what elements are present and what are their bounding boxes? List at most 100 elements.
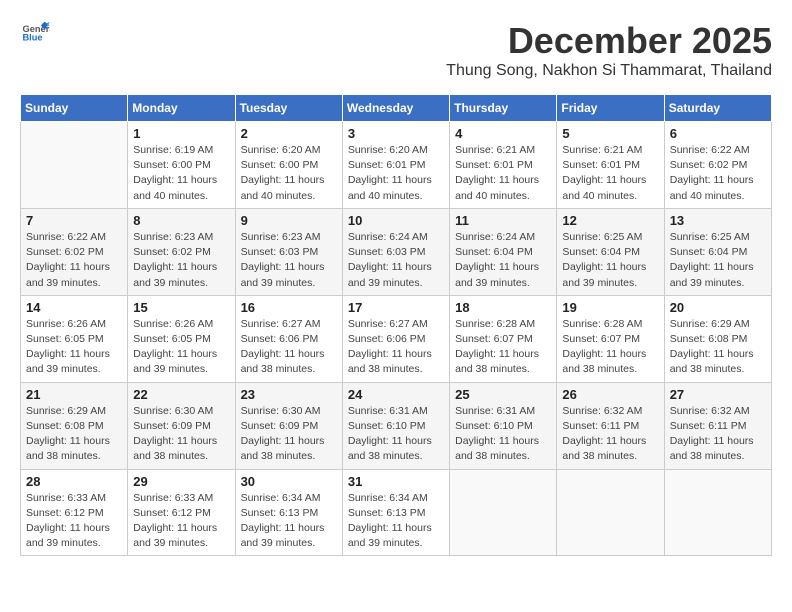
day-info: Sunrise: 6:34 AMSunset: 6:13 PMDaylight:… — [348, 491, 444, 552]
day-number: 4 — [455, 126, 551, 141]
calendar-cell: 3Sunrise: 6:20 AMSunset: 6:01 PMDaylight… — [342, 122, 449, 209]
day-info: Sunrise: 6:30 AMSunset: 6:09 PMDaylight:… — [133, 404, 229, 465]
logo-icon: General Blue — [22, 20, 50, 42]
calendar-cell — [664, 469, 771, 556]
day-info: Sunrise: 6:25 AMSunset: 6:04 PMDaylight:… — [562, 230, 658, 291]
day-info: Sunrise: 6:32 AMSunset: 6:11 PMDaylight:… — [562, 404, 658, 465]
calendar-cell: 2 Sunrise: 6:20 AMSunset: 6:00 PMDaylight… — [235, 122, 342, 209]
calendar-cell: 19 Sunrise: 6:28 AMSunset: 6:07 PMDayligh… — [557, 295, 664, 382]
calendar-cell: 6 Sunrise: 6:22 AMSunset: 6:02 PMDaylight… — [664, 122, 771, 209]
day-number: 7 — [26, 213, 122, 228]
day-info: Sunrise: 6:29 AMSunset: 6:08 PMDaylight:… — [26, 404, 122, 465]
day-info: Sunrise: 6:23 AMSunset: 6:02 PMDaylight:… — [133, 230, 229, 291]
day-info: Sunrise: 6:23 AMSunset: 6:03 PMDaylight:… — [241, 230, 337, 291]
day-number: 12 — [562, 213, 658, 228]
day-number: 27 — [670, 387, 766, 402]
day-number: 5 — [562, 126, 658, 141]
day-info: Sunrise: 6:28 AMSunset: 6:07 PMDaylight:… — [562, 317, 658, 378]
calendar-cell: 4 Sunrise: 6:21 AMSunset: 6:01 PMDaylight… — [450, 122, 557, 209]
day-number: 21 — [26, 387, 122, 402]
page-container: General Blue December 2025 Thung Song, N… — [20, 20, 772, 556]
day-info: Sunrise: 6:30 AMSunset: 6:09 PMDaylight:… — [241, 404, 337, 465]
day-info: Sunrise: 6:20 AMSunset: 6:00 PMDaylight:… — [241, 143, 337, 204]
day-number: 8 — [133, 213, 229, 228]
day-info: Sunrise: 6:24 AMSunset: 6:03 PMDaylight:… — [348, 230, 444, 291]
day-info: Sunrise: 6:24 AMSunset: 6:04 PMDaylight:… — [455, 230, 551, 291]
day-info: Sunrise: 6:31 AMSunset: 6:10 PMDaylight:… — [455, 404, 551, 465]
calendar-cell: 28 Sunrise: 6:33 AMSunset: 6:12 PMDayligh… — [21, 469, 128, 556]
calendar-cell: 12 Sunrise: 6:25 AMSunset: 6:04 PMDayligh… — [557, 208, 664, 295]
day-number: 2 — [241, 126, 337, 141]
day-number: 13 — [670, 213, 766, 228]
day-number: 19 — [562, 300, 658, 315]
calendar-cell: 23 Sunrise: 6:30 AMSunset: 6:09 PMDayligh… — [235, 382, 342, 469]
calendar-cell: 22 Sunrise: 6:30 AMSunset: 6:09 PMDayligh… — [128, 382, 235, 469]
day-number: 14 — [26, 300, 122, 315]
day-info: Sunrise: 6:34 AMSunset: 6:13 PMDaylight:… — [241, 491, 337, 552]
calendar-cell: 20 Sunrise: 6:29 AMSunset: 6:08 PMDayligh… — [664, 295, 771, 382]
calendar-cell: 16Sunrise: 6:27 AMSunset: 6:06 PMDayligh… — [235, 295, 342, 382]
calendar-week-row: 21 Sunrise: 6:29 AMSunset: 6:08 PMDayligh… — [21, 382, 772, 469]
calendar-weekday-thursday: Thursday — [450, 95, 557, 122]
day-number: 9 — [241, 213, 337, 228]
calendar-cell: 11 Sunrise: 6:24 AMSunset: 6:04 PMDayligh… — [450, 208, 557, 295]
calendar-weekday-tuesday: Tuesday — [235, 95, 342, 122]
calendar-cell: 14 Sunrise: 6:26 AMSunset: 6:05 PMDayligh… — [21, 295, 128, 382]
day-info: Sunrise: 6:26 AMSunset: 6:05 PMDaylight:… — [133, 317, 229, 378]
day-number: 11 — [455, 213, 551, 228]
calendar-cell: 21 Sunrise: 6:29 AMSunset: 6:08 PMDayligh… — [21, 382, 128, 469]
day-info: Sunrise: 6:21 AMSunset: 6:01 PMDaylight:… — [562, 143, 658, 204]
calendar-week-row: 28 Sunrise: 6:33 AMSunset: 6:12 PMDayligh… — [21, 469, 772, 556]
day-number: 10 — [348, 213, 444, 228]
day-number: 24 — [348, 387, 444, 402]
day-info: Sunrise: 6:22 AMSunset: 6:02 PMDaylight:… — [26, 230, 122, 291]
calendar-weekday-sunday: Sunday — [21, 95, 128, 122]
day-number: 22 — [133, 387, 229, 402]
day-number: 1 — [133, 126, 229, 141]
calendar-week-row: 1 Sunrise: 6:19 AMSunset: 6:00 PMDaylight… — [21, 122, 772, 209]
day-info: Sunrise: 6:31 AMSunset: 6:10 PMDaylight:… — [348, 404, 444, 465]
calendar-cell: 29Sunrise: 6:33 AMSunset: 6:12 PMDayligh… — [128, 469, 235, 556]
day-number: 18 — [455, 300, 551, 315]
day-number: 6 — [670, 126, 766, 141]
calendar-cell: 13 Sunrise: 6:25 AMSunset: 6:04 PMDayligh… — [664, 208, 771, 295]
day-info: Sunrise: 6:27 AMSunset: 6:06 PMDaylight:… — [241, 317, 337, 378]
calendar-cell: 10 Sunrise: 6:24 AMSunset: 6:03 PMDayligh… — [342, 208, 449, 295]
day-info: Sunrise: 6:26 AMSunset: 6:05 PMDaylight:… — [26, 317, 122, 378]
calendar-cell: 27 Sunrise: 6:32 AMSunset: 6:11 PMDayligh… — [664, 382, 771, 469]
calendar-cell: 24 Sunrise: 6:31 AMSunset: 6:10 PMDayligh… — [342, 382, 449, 469]
subtitle: Thung Song, Nakhon Si Thammarat, Thailan… — [446, 62, 772, 80]
day-number: 31 — [348, 474, 444, 489]
calendar-weekday-friday: Friday — [557, 95, 664, 122]
day-number: 23 — [241, 387, 337, 402]
calendar-table: SundayMondayTuesdayWednesdayThursdayFrid… — [20, 94, 772, 556]
calendar-cell: 8 Sunrise: 6:23 AMSunset: 6:02 PMDaylight… — [128, 208, 235, 295]
day-info: Sunrise: 6:19 AMSunset: 6:00 PMDaylight:… — [133, 143, 229, 204]
calendar-cell: 1 Sunrise: 6:19 AMSunset: 6:00 PMDaylight… — [128, 122, 235, 209]
calendar-cell: 18Sunrise: 6:28 AMSunset: 6:07 PMDayligh… — [450, 295, 557, 382]
calendar-weekday-wednesday: Wednesday — [342, 95, 449, 122]
day-info: Sunrise: 6:22 AMSunset: 6:02 PMDaylight:… — [670, 143, 766, 204]
day-number: 15 — [133, 300, 229, 315]
logo: General Blue — [20, 20, 50, 42]
day-number: 30 — [241, 474, 337, 489]
day-info: Sunrise: 6:33 AMSunset: 6:12 PMDaylight:… — [26, 491, 122, 552]
calendar-cell: 25 Sunrise: 6:31 AMSunset: 6:10 PMDayligh… — [450, 382, 557, 469]
title-block: December 2025 Thung Song, Nakhon Si Tham… — [446, 20, 772, 90]
day-number: 20 — [670, 300, 766, 315]
day-info: Sunrise: 6:32 AMSunset: 6:11 PMDaylight:… — [670, 404, 766, 465]
day-info: Sunrise: 6:25 AMSunset: 6:04 PMDaylight:… — [670, 230, 766, 291]
day-info: Sunrise: 6:29 AMSunset: 6:08 PMDaylight:… — [670, 317, 766, 378]
calendar-cell: 15 Sunrise: 6:26 AMSunset: 6:05 PMDayligh… — [128, 295, 235, 382]
calendar-cell: 5 Sunrise: 6:21 AMSunset: 6:01 PMDaylight… — [557, 122, 664, 209]
calendar-cell: 9 Sunrise: 6:23 AMSunset: 6:03 PMDaylight… — [235, 208, 342, 295]
day-number: 28 — [26, 474, 122, 489]
calendar-cell — [557, 469, 664, 556]
day-info: Sunrise: 6:21 AMSunset: 6:01 PMDaylight:… — [455, 143, 551, 204]
calendar-cell — [21, 122, 128, 209]
calendar-weekday-saturday: Saturday — [664, 95, 771, 122]
calendar-cell: 30 Sunrise: 6:34 AMSunset: 6:13 PMDayligh… — [235, 469, 342, 556]
day-number: 25 — [455, 387, 551, 402]
calendar-cell: 31 Sunrise: 6:34 AMSunset: 6:13 PMDayligh… — [342, 469, 449, 556]
calendar-week-row: 14 Sunrise: 6:26 AMSunset: 6:05 PMDayligh… — [21, 295, 772, 382]
